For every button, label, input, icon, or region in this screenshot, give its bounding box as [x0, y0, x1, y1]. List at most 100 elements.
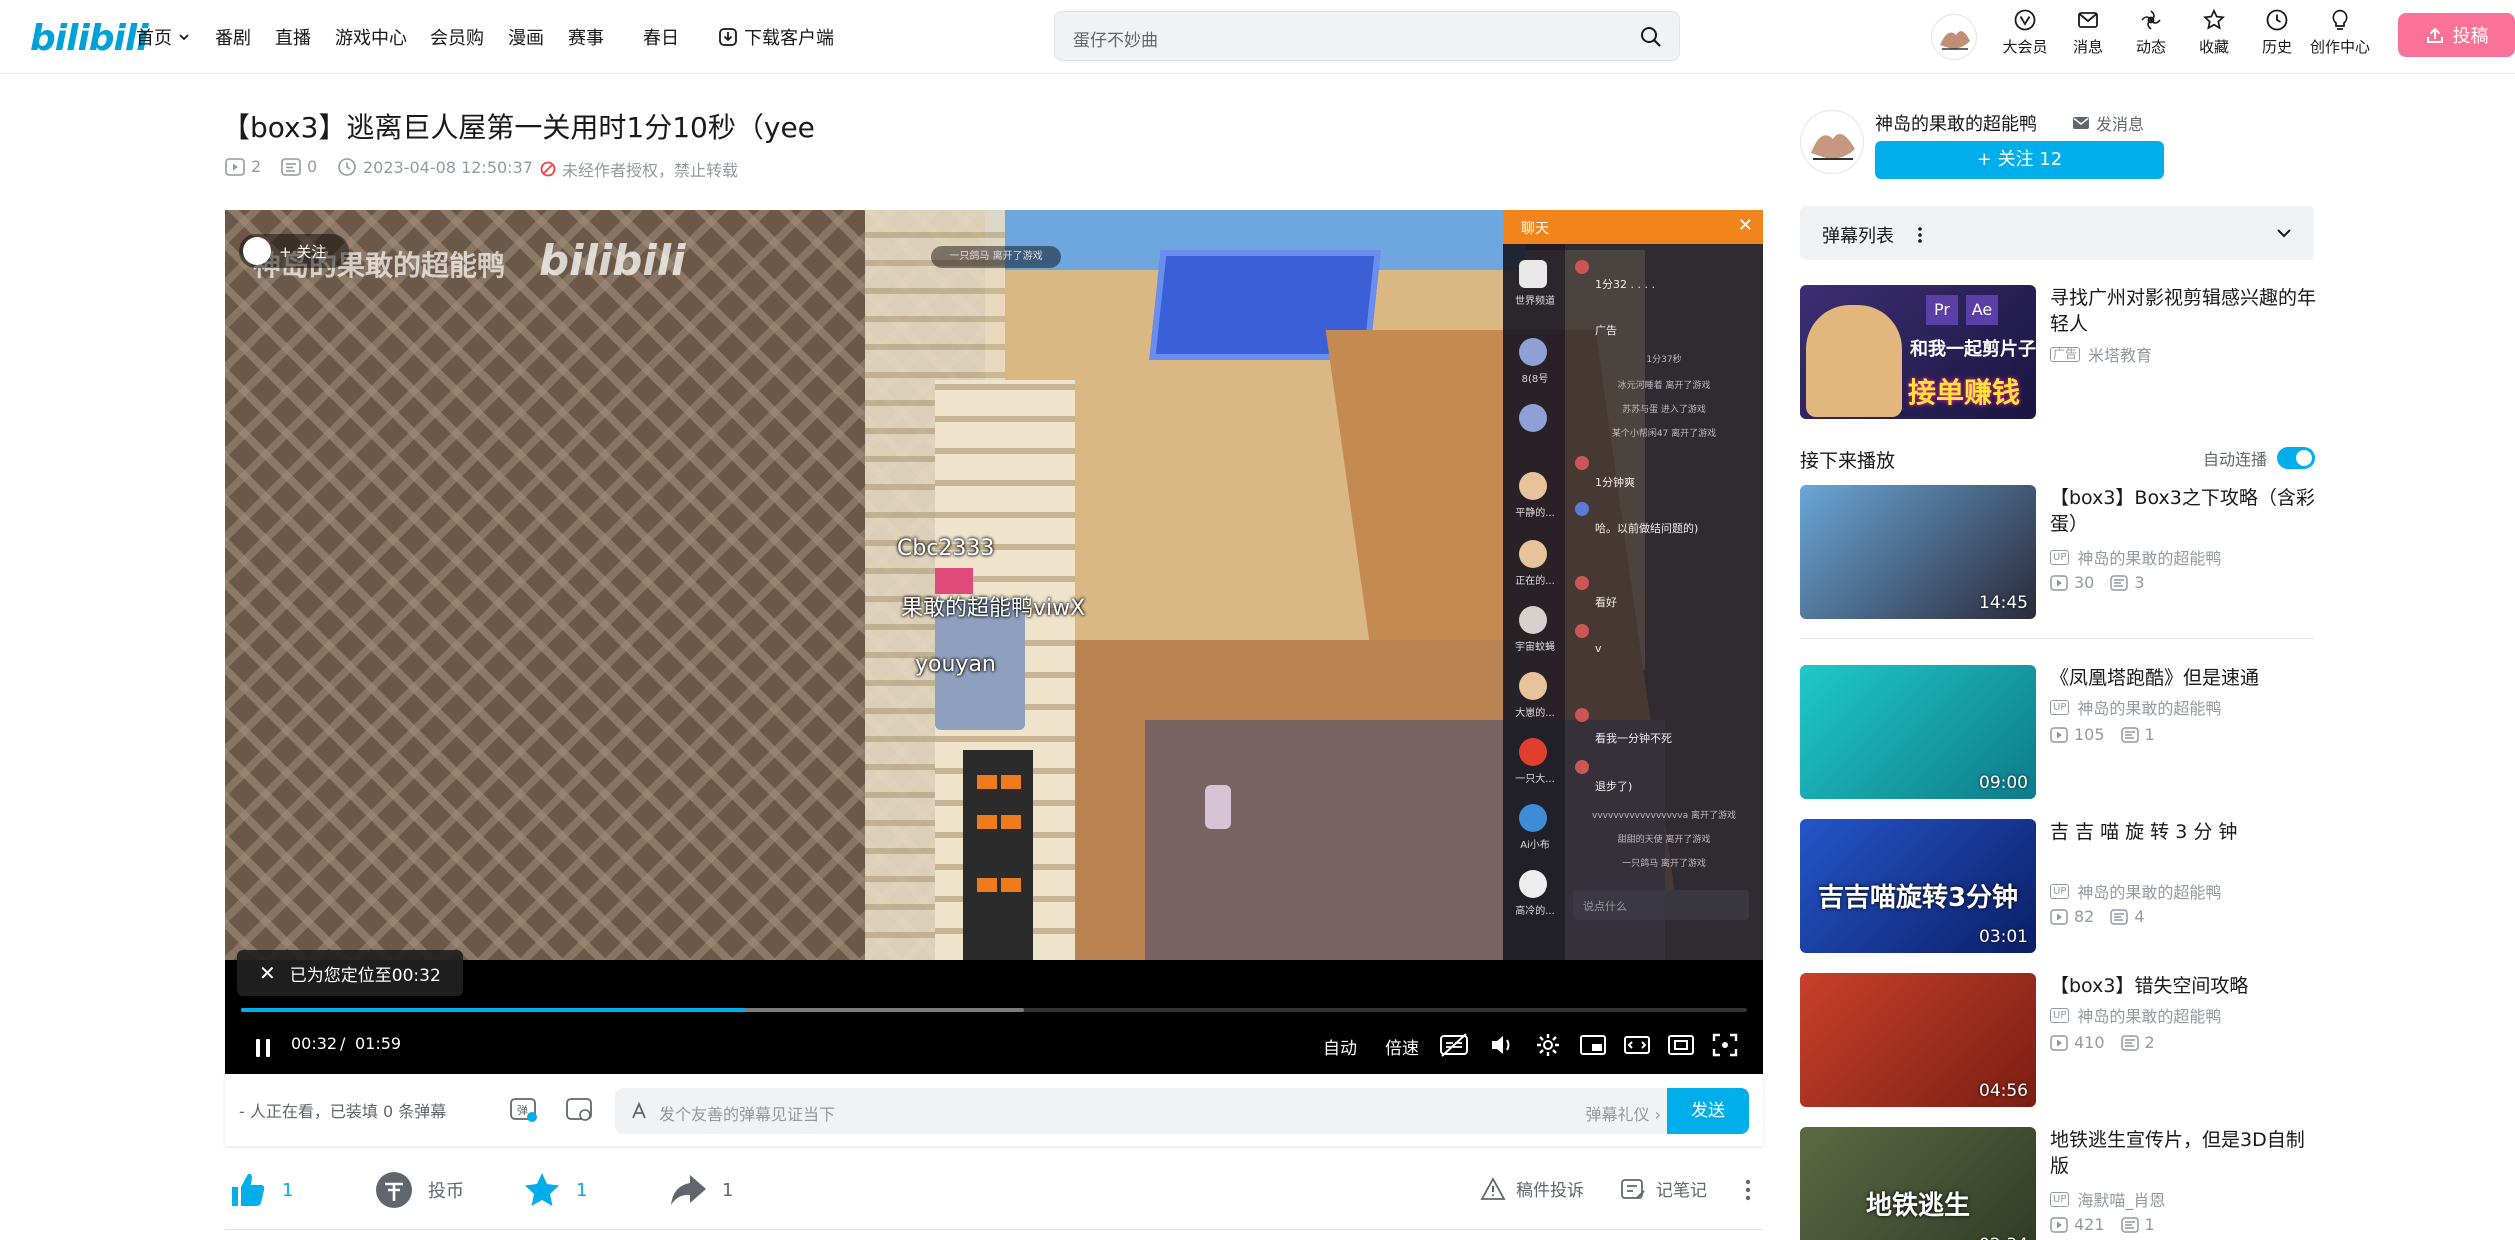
send-danmaku-button[interactable]: 发送	[1667, 1088, 1749, 1134]
speed-button[interactable]: 倍速	[1385, 1034, 1419, 1059]
header-creator-center[interactable]: 创作中心	[2310, 8, 2370, 57]
recommendation-uploader[interactable]: UP 神岛的果敢的超能鸭	[2050, 695, 2221, 719]
uploader-avatar[interactable]	[1800, 110, 1864, 174]
widescreen-icon[interactable]	[1623, 1032, 1651, 1058]
note-icon	[1621, 1178, 1645, 1199]
search-input[interactable]: 蛋仔不妙曲	[1054, 11, 1680, 61]
recommendation-card[interactable]: 地铁逃生 02:34 地铁逃生宣传片，但是3D自制版 UP 海默喵_肖恩 421…	[1800, 1127, 2314, 1240]
danmaku-list-panel[interactable]: 弹幕列表	[1800, 206, 2314, 260]
channel-label: 正在的...	[1515, 576, 1555, 587]
nav-anime[interactable]: 番剧	[215, 24, 251, 50]
chat-system-message: vvvvvvvvvvvvvvvvva 离开了游戏	[1592, 811, 1736, 821]
progress-bar[interactable]	[241, 1008, 1747, 1012]
close-icon[interactable]: ✕	[259, 961, 276, 985]
recommendation-uploader[interactable]: UP 海默喵_肖恩	[2050, 1187, 2165, 1211]
recommendation-uploader[interactable]: UP 神岛的果敢的超能鸭	[2050, 879, 2221, 903]
upload-button[interactable]: 投稿	[2398, 13, 2515, 57]
danmaku-etiquette-link[interactable]: 弹幕礼仪 ›	[1586, 1101, 1662, 1125]
header-favorites[interactable]: 收藏	[2184, 8, 2244, 57]
ad-thumbnail: Pr Ae 和我一起剪片子 接单赚钱	[1800, 285, 2036, 419]
video-player[interactable]: Cbc2333 果敢的超能鸭viwX youyan 一只鸽马 离开了游戏 神岛的…	[225, 210, 1763, 1074]
follow-button[interactable]: + 关注 12	[1875, 141, 2164, 179]
recommendation-uploader[interactable]: UP 神岛的果敢的超能鸭	[2050, 545, 2221, 569]
game-leave-toast: 一只鸽马 离开了游戏	[931, 246, 1061, 268]
dog-image	[1806, 305, 1902, 417]
danmaku-input[interactable]: 发个友善的弹幕见证当下 弹幕礼仪 ›	[615, 1088, 1675, 1134]
header-vip[interactable]: 大会员	[1995, 8, 2055, 57]
subtitle-off-icon[interactable]	[1439, 1032, 1469, 1058]
channel-label: 8(8号	[1521, 374, 1549, 385]
more-vertical-icon[interactable]	[1916, 225, 1924, 245]
like-count: 1	[282, 1179, 294, 1201]
like-button[interactable]: 1	[228, 1170, 293, 1210]
recommendation-uploader[interactable]: UP 神岛的果敢的超能鸭	[2050, 1003, 2221, 1027]
channel-label: 一只大...	[1515, 774, 1555, 785]
search-icon[interactable]	[1639, 25, 1663, 49]
pip-icon[interactable]	[1579, 1032, 1607, 1058]
recommendation-card[interactable]: 14:45 【box3】Box3之下攻略（含彩蛋） UP 神岛的果敢的超能鸭 3…	[1800, 485, 2315, 619]
share-icon	[671, 1175, 706, 1205]
header-dynamic[interactable]: 动态	[2121, 8, 2181, 57]
recommendation-title[interactable]: 地铁逃生宣传片，但是3D自制版	[2050, 1127, 2322, 1179]
nav-live[interactable]: 直播	[275, 24, 311, 50]
recommendation-thumbnail[interactable]: 14:45	[1800, 485, 2036, 619]
chat-message: 退步了)	[1595, 780, 1633, 793]
player-follow-button[interactable]: + 关注	[239, 234, 349, 268]
danmaku-settings-icon[interactable]	[565, 1096, 595, 1124]
web-fullscreen-icon[interactable]	[1667, 1032, 1695, 1058]
recommendation-card[interactable]: 09:00 《凤凰塔跑酷》但是速通 UP 神岛的果敢的超能鸭 105 1	[1800, 665, 2314, 799]
recommendation-card[interactable]: 吉吉喵旋转3分钟 03:01 吉 吉 喵 旋 转 3 分 钟 UP 神岛的果敢的…	[1800, 819, 2314, 953]
nav-home[interactable]: 首页	[136, 24, 190, 50]
text-style-icon[interactable]	[629, 1101, 649, 1121]
pause-icon[interactable]	[253, 1036, 273, 1060]
uploader-name[interactable]: 神岛的果敢的超能鸭	[1875, 110, 2037, 136]
thumbs-up-icon	[232, 1173, 265, 1206]
danmaku-count: 2	[2144, 1033, 2155, 1052]
recommendation-card[interactable]: 04:56 【box3】错失空间攻略 UP 神岛的果敢的超能鸭 410 2	[1800, 973, 2314, 1107]
ad-card[interactable]: Pr Ae 和我一起剪片子 接单赚钱 寻找广州对影视剪辑感兴趣的年轻人 广告 米…	[1800, 285, 2316, 421]
nav-game-center[interactable]: 游戏中心	[335, 24, 407, 50]
settings-gear-icon[interactable]	[1535, 1032, 1561, 1058]
message-label: 消息	[2072, 38, 2103, 56]
send-message-link[interactable]: 发消息	[2072, 111, 2144, 135]
header-history[interactable]: 历史	[2247, 8, 2307, 57]
danmaku-toggle-icon[interactable]: 弹	[509, 1096, 539, 1124]
coin-button[interactable]: 投币	[374, 1170, 464, 1210]
recommendation-thumbnail[interactable]: 04:56	[1800, 973, 2036, 1107]
header-message[interactable]: 消息	[2058, 8, 2118, 57]
recommendation-thumbnail[interactable]: 地铁逃生 02:34	[1800, 1127, 2036, 1240]
user-avatar[interactable]	[1931, 14, 1977, 60]
copyright-text: 未经作者授权，禁止转载	[562, 161, 739, 180]
svg-text:弹: 弹	[517, 1103, 528, 1117]
recommendation-thumbnail[interactable]: 09:00	[1800, 665, 2036, 799]
star-icon	[525, 1173, 559, 1206]
nav-download-client[interactable]: 下载客户端	[718, 24, 834, 50]
recommendation-title[interactable]: 【box3】错失空间攻略	[2050, 973, 2322, 999]
more-vertical-icon[interactable]	[1738, 1178, 1758, 1202]
nav-shop[interactable]: 会员购	[430, 24, 484, 50]
share-button[interactable]: 1	[668, 1170, 733, 1210]
nav-spring[interactable]: 春日	[643, 24, 679, 50]
recommendation-thumbnail[interactable]: 吉吉喵旋转3分钟 03:01	[1800, 819, 2036, 953]
recommendation-title[interactable]: 吉 吉 喵 旋 转 3 分 钟	[2050, 819, 2322, 845]
note-button[interactable]: 记笔记	[1620, 1176, 1707, 1201]
creator-icon	[2332, 9, 2348, 30]
volume-icon[interactable]	[1489, 1032, 1517, 1058]
fullscreen-icon[interactable]	[1711, 1032, 1739, 1058]
recommendation-title[interactable]: 【box3】Box3之下攻略（含彩蛋）	[2050, 485, 2322, 537]
recommendation-title[interactable]: 《凤凰塔跑酷》但是速通	[2050, 665, 2322, 691]
report-button[interactable]: 稿件投诉	[1480, 1176, 1584, 1201]
ad-source-name: 米塔教育	[2088, 346, 2153, 365]
bilibili-logo[interactable]: bilibili	[30, 18, 149, 59]
chevron-down-icon[interactable]	[2276, 226, 2292, 240]
quality-button[interactable]: 自动	[1323, 1034, 1357, 1059]
nav-esports[interactable]: 赛事	[568, 24, 604, 50]
danmaku-count: 3	[2134, 573, 2145, 592]
favorite-button[interactable]: 1	[522, 1170, 587, 1210]
play-count-icon	[2050, 1216, 2068, 1233]
video-frame[interactable]: Cbc2333 果敢的超能鸭viwX youyan 一只鸽马 离开了游戏 神岛的…	[225, 210, 1763, 960]
nav-manga[interactable]: 漫画	[508, 24, 544, 50]
autoplay-switch[interactable]	[2277, 447, 2316, 469]
progress-played	[241, 1008, 746, 1012]
autoplay-toggle[interactable]: 自动连播	[2203, 446, 2316, 470]
